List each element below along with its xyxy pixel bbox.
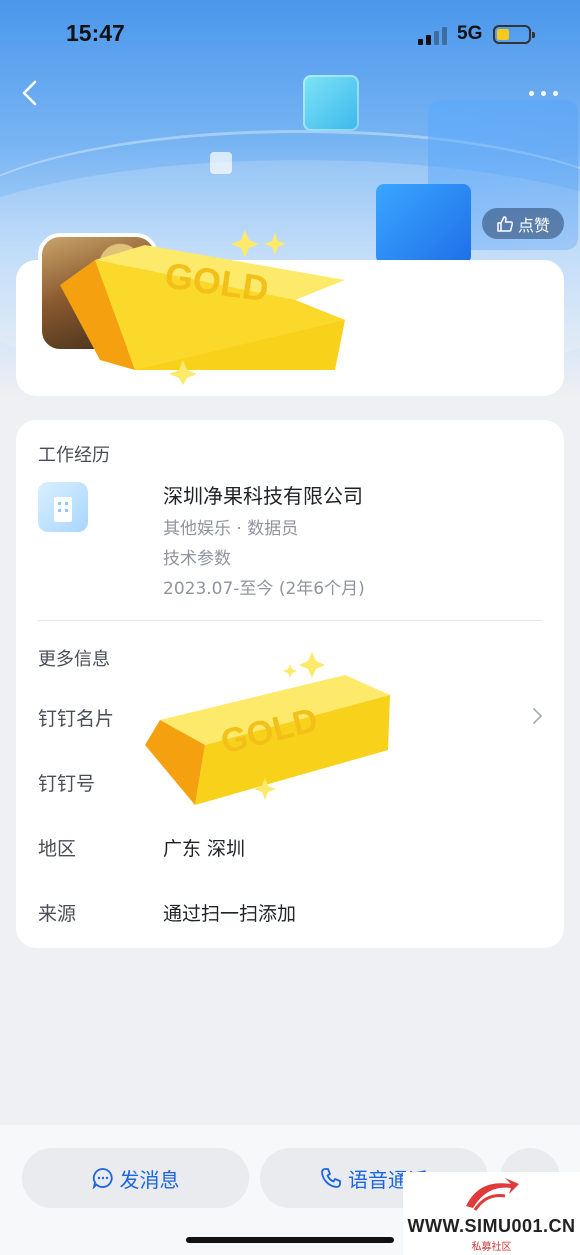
phone-icon (321, 1168, 341, 1188)
department: 技术参数 (163, 549, 231, 569)
row-label-card[interactable]: 钉钉名片 (38, 704, 114, 731)
company-name[interactable]: 深圳净果科技有限公司 (163, 480, 363, 509)
row-value-source: 通过扫一扫添加 (163, 903, 297, 925)
row-value-region: 广东 深圳 (163, 838, 246, 860)
row-label-region: 地区 (38, 838, 77, 860)
signal-icon (418, 27, 448, 45)
back-button[interactable] (16, 78, 46, 108)
status-bar: 15:47 5G (0, 0, 580, 70)
watermark-sub: 私募社区 (471, 1242, 512, 1253)
building-icon (38, 482, 88, 532)
status-time: 15:47 (66, 20, 125, 46)
network-type: 5G (457, 23, 483, 44)
more-button[interactable] (526, 84, 562, 102)
decor-cube (303, 75, 359, 131)
work-period: 2023.07-至今 (2年6个月) (163, 579, 365, 599)
gold-bar-sticker: GOLD (60, 230, 345, 385)
decor-cube (376, 184, 471, 264)
like-label: 点赞 (517, 215, 550, 235)
chevron-right-icon[interactable] (530, 706, 544, 726)
gold-bar-sticker: GOLD (145, 652, 390, 805)
row-label-dingtalk-id: 钉钉号 (38, 773, 96, 795)
battery-icon (493, 25, 535, 44)
home-indicator (186, 1237, 394, 1243)
work-section-title: 工作经历 (38, 445, 110, 466)
chevron-left-icon (22, 80, 37, 106)
row-label-source: 来源 (38, 903, 77, 925)
divider (38, 620, 542, 621)
watermark-logo-icon (466, 1178, 519, 1211)
send-message-label: 发消息 (119, 1167, 180, 1192)
send-message-button[interactable]: 发消息 (22, 1148, 249, 1208)
watermark-site: WWW.SIMU001.CN (407, 1216, 576, 1236)
like-button[interactable]: 点赞 (482, 208, 564, 239)
more-info-title: 更多信息 (38, 649, 110, 670)
watermark: WWW.SIMU001.CN 私募社区 (403, 1172, 580, 1255)
decor-cube (210, 152, 232, 174)
chat-bubble-icon (92, 1168, 113, 1189)
industry-role: 其他娱乐 · 数据员 (163, 519, 299, 539)
thumbs-up-icon (497, 215, 514, 232)
